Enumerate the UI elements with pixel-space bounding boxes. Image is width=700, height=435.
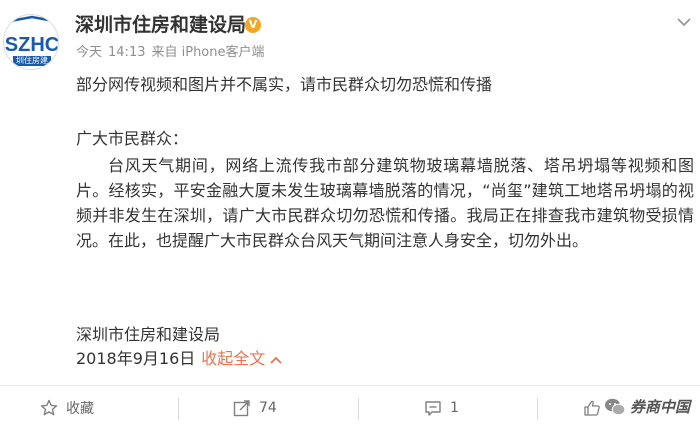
watermark-text: 券商中国 xyxy=(629,398,690,416)
favorite-button[interactable]: 收藏 xyxy=(40,386,94,430)
comment-button[interactable]: 1 xyxy=(424,386,459,430)
wechat-icon xyxy=(604,398,626,415)
star-icon xyxy=(40,399,58,416)
collapse-link[interactable]: 收起全文 xyxy=(201,349,283,368)
share-icon xyxy=(233,400,250,417)
thumb-up-icon xyxy=(584,400,600,416)
post-signature: 深圳市住房和建设局 xyxy=(76,325,221,344)
post-body: 台风天气期间，网络上流传我市部分建筑物玻璃幕墙脱落、塔吊坍塌等视频和图片。经核实… xyxy=(76,156,694,250)
verified-badge-icon: V xyxy=(245,17,261,33)
avatar[interactable]: SZHC 圳住房建 xyxy=(3,14,59,70)
post-date: 2018年9月16日 xyxy=(76,349,196,368)
chevron-up-icon xyxy=(270,356,283,364)
action-separator xyxy=(178,398,179,420)
post-greeting: 广大市民群众： xyxy=(76,129,189,148)
action-separator xyxy=(537,398,538,420)
post-source: 来自 iPhone客户端 xyxy=(151,45,265,60)
logo-text: SZHC xyxy=(5,34,59,56)
action-separator xyxy=(358,398,359,420)
avatar-caption: 圳住房建 xyxy=(13,56,51,66)
comment-icon xyxy=(425,401,441,416)
favorite-label: 收藏 xyxy=(66,401,94,417)
repost-button[interactable]: 74 xyxy=(233,386,277,430)
watermark: 券商中国 xyxy=(604,396,690,417)
post-time: 14:13 xyxy=(108,45,146,60)
action-bar: 收藏 74 1 xyxy=(0,386,700,435)
chevron-down-icon[interactable] xyxy=(674,12,694,32)
post-dateline: 2018年9月16日 收起全文 xyxy=(76,346,283,371)
author-name[interactable]: 深圳市住房和建设局 xyxy=(75,12,246,38)
collapse-label: 收起全文 xyxy=(201,349,266,368)
repost-count: 74 xyxy=(259,400,277,416)
post-meta: 今天 14:13 来自 iPhone客户端 xyxy=(76,44,271,62)
comment-count: 1 xyxy=(450,400,459,416)
post-headline: 部分网传视频和图片并不属实，请市民群众切勿恐慌和传播 xyxy=(76,75,493,94)
post-day: 今天 xyxy=(76,45,103,60)
